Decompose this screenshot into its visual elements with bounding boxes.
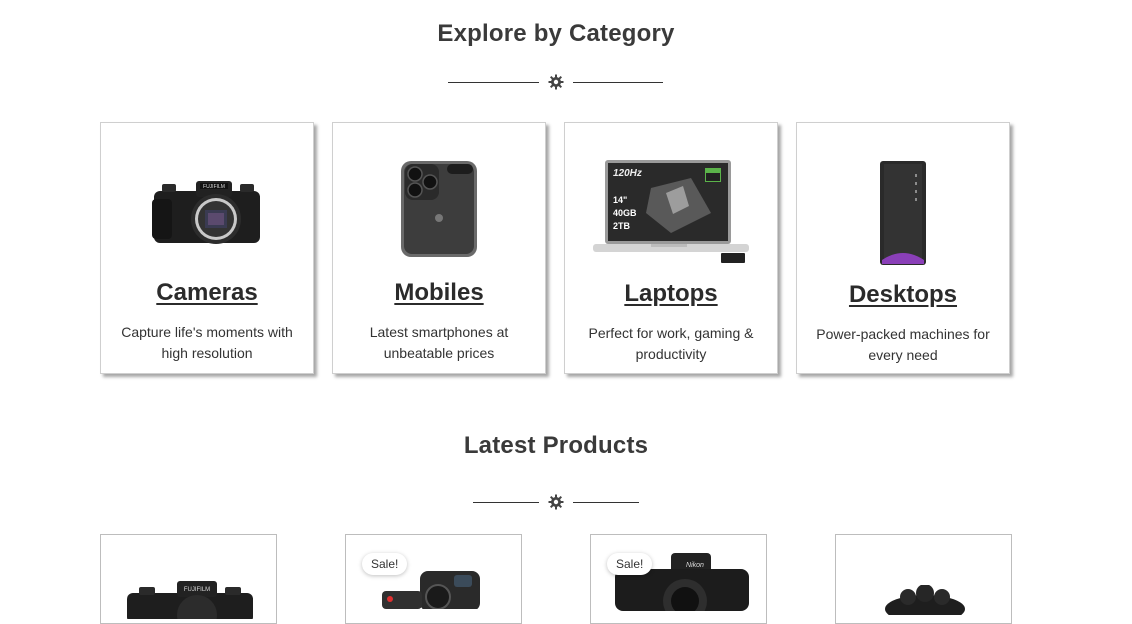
divider-line-left [448, 81, 539, 83]
desktop-tower-image[interactable] [797, 155, 1009, 271]
action-camera-product-image[interactable] [380, 569, 490, 614]
microphone-product-image[interactable] [882, 584, 968, 623]
smartphone-image[interactable] [333, 151, 545, 267]
sale-badge: Sale! [362, 553, 408, 575]
laptop-screen-text-storage: 2TB [613, 221, 631, 231]
category-title-cameras[interactable]: Cameras [101, 279, 313, 307]
divider-line-right [573, 501, 639, 503]
product-card[interactable]: FUJIFILM [100, 534, 277, 624]
svg-text:FUJIFILM: FUJIFILM [203, 184, 225, 190]
divider-line-right [572, 81, 663, 83]
laptop-screen-text-hz: 120Hz [613, 168, 642, 179]
camera-product-image[interactable]: FUJIFILM [125, 579, 255, 623]
mirrorless-camera-image[interactable]: FUJIFILM [101, 151, 313, 267]
category-description-mobiles: Latest smartphones at unbeatable prices [369, 324, 509, 361]
divider-line-left [473, 501, 539, 503]
category-divider [448, 72, 663, 92]
category-card-desktops[interactable]: Desktops Power-packed machines for every… [796, 122, 1010, 374]
category-description-cameras: Capture life's moments with high resolut… [121, 324, 293, 361]
svg-text:Nikon: Nikon [686, 562, 704, 569]
products-section-title: Latest Products [463, 432, 649, 459]
gear-icon [548, 494, 564, 510]
category-card-cameras[interactable]: FUJIFILM Cameras Capture life's moments … [100, 122, 314, 374]
category-description-desktops: Power-packed machines for every need [816, 326, 990, 363]
category-description-laptops: Perfect for work, gaming & productivity [588, 325, 754, 362]
laptop-screen-text-ram: 40GB [613, 208, 637, 218]
product-card[interactable]: Sale! [345, 534, 522, 624]
category-title-mobiles[interactable]: Mobiles [333, 279, 545, 307]
category-card-mobiles[interactable]: Mobiles Latest smartphones at unbeatable… [332, 122, 546, 374]
gear-icon [548, 74, 564, 90]
svg-text:FUJIFILM: FUJIFILM [184, 587, 210, 593]
category-title-desktops[interactable]: Desktops [797, 281, 1009, 309]
category-title-laptops[interactable]: Laptops [565, 280, 777, 308]
laptop-screen-text-size: 14" [613, 195, 627, 205]
category-section-title: Explore by Category [437, 20, 675, 47]
products-divider [473, 492, 639, 512]
laptop-image[interactable]: 120Hz 14" 40GB 2TB [565, 153, 777, 269]
sale-badge: Sale! [607, 553, 653, 575]
category-card-laptops[interactable]: 120Hz 14" 40GB 2TB Laptops Perfect for w… [564, 122, 778, 374]
product-card[interactable] [835, 534, 1012, 624]
product-card[interactable]: Nikon Sale! [590, 534, 767, 624]
